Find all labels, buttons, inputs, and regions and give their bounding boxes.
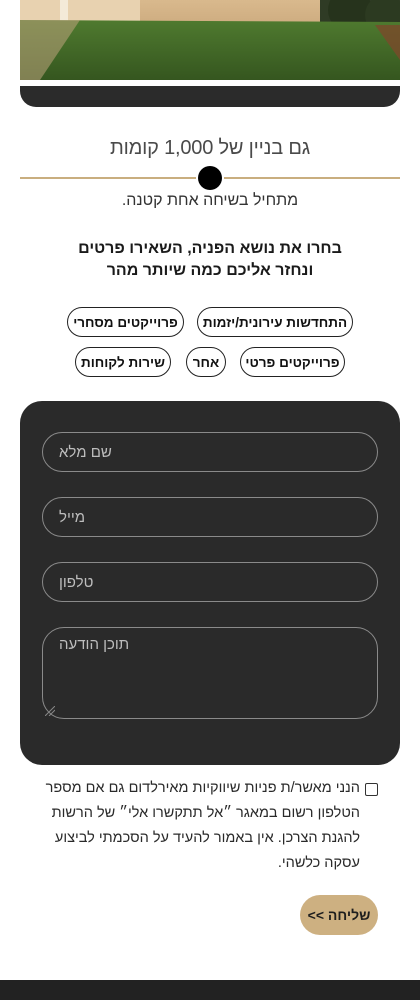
message-placeholder: תוכן הודעה bbox=[59, 636, 130, 653]
divider-line-left bbox=[20, 177, 196, 179]
topic-other[interactable]: אחר bbox=[186, 347, 226, 377]
section-tagline: מתחיל בשיחה אחת קטנה. bbox=[121, 192, 299, 209]
topic-urban-renewal[interactable]: התחדשות עירונית/יזמות bbox=[197, 307, 353, 337]
form-prompt-line-2: ונחזר אליכם כמה שיותר מהר bbox=[106, 262, 314, 279]
garden-photo bbox=[20, 0, 400, 80]
divider-dot bbox=[198, 166, 222, 190]
footer-bar bbox=[0, 980, 420, 1000]
phone-input[interactable]: טלפון bbox=[42, 562, 378, 602]
message-textarea[interactable]: תוכן הודעה bbox=[42, 627, 378, 719]
resize-grip-icon[interactable] bbox=[45, 706, 55, 716]
contact-form: שם מלא מייל טלפון תוכן הודעה bbox=[20, 401, 400, 765]
topic-private-projects[interactable]: פרוייקטים פרטי bbox=[240, 347, 345, 377]
full-name-input[interactable]: שם מלא bbox=[42, 432, 378, 472]
hero-image bbox=[20, 0, 400, 80]
consent-block: הנני מאשר/ת פניות שיווקיות מאירלדום גם א… bbox=[40, 776, 378, 876]
hero-bottom-band bbox=[20, 86, 400, 107]
submit-button[interactable]: שליחה >> bbox=[300, 895, 378, 935]
divider-line-right bbox=[224, 177, 400, 179]
topic-customer-service[interactable]: שירות לקוחות bbox=[75, 347, 171, 377]
topic-commercial-projects[interactable]: פרוייקטים מסחרי bbox=[67, 307, 184, 337]
section-subtitle: גם בניין של 1,000 קומות bbox=[110, 137, 310, 159]
email-input[interactable]: מייל bbox=[42, 497, 378, 537]
form-prompt-line-1: בחרו את נושא הפניה, השאירו פרטים bbox=[78, 240, 342, 257]
form-prompt: בחרו את נושא הפניה, השאירו פרטים ונחזר א… bbox=[0, 238, 420, 282]
consent-text: הנני מאשר/ת פניות שיווקיות מאירלדום גם א… bbox=[45, 780, 360, 871]
